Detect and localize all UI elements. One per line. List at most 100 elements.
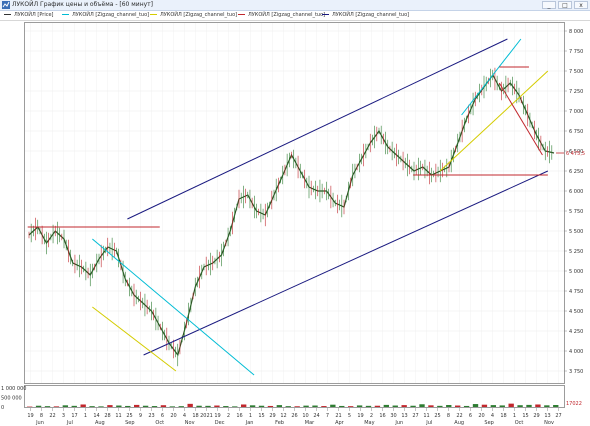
time-tick-label: 18: [192, 413, 198, 419]
volume-bar: [232, 406, 238, 407]
price-tick-label: 5 750: [569, 209, 583, 215]
volume-bar: [285, 406, 291, 407]
volume-bar: [383, 404, 390, 407]
volume-tick-label: 500 000: [1, 396, 22, 402]
volume-bar: [544, 405, 550, 407]
time-tick-label: 2: [227, 413, 230, 419]
month-label: Mar: [305, 420, 315, 426]
time-tick-label: 13: [401, 413, 407, 419]
volume-bar: [517, 405, 523, 407]
volume-bar: [178, 406, 184, 407]
month-label: Jul: [66, 420, 73, 426]
volume-bar: [312, 405, 318, 407]
time-tick-label: 30: [390, 413, 396, 419]
time-tick-label: 24: [313, 413, 319, 419]
time-tick-label: 15: [258, 413, 264, 419]
price-chart[interactable]: 8 0007 7507 5007 2507 0006 7506 5006 250…: [0, 0, 590, 426]
volume-bar: [71, 405, 77, 407]
time-tick-label: 21: [335, 413, 341, 419]
time-tick-label: 8: [40, 413, 43, 419]
time-tick-label: 2: [370, 413, 373, 419]
time-tick-label: 1: [249, 413, 252, 419]
volume-bar: [187, 403, 193, 407]
month-label: Aug: [454, 420, 464, 426]
time-tick-label: 9: [139, 413, 142, 419]
month-label: Jul: [425, 420, 432, 426]
price-tick-label: 6 250: [569, 169, 583, 175]
month-label: Nov: [185, 420, 195, 426]
volume-bar: [241, 404, 247, 407]
volume-bar: [116, 405, 122, 407]
volume-bar: [276, 405, 283, 407]
volume-bar: [98, 406, 104, 407]
time-tick-label: 5: [348, 413, 351, 419]
current-volume-label: 17022: [566, 401, 582, 407]
volume-bar: [80, 404, 86, 407]
time-tick-label: 1: [84, 413, 87, 419]
month-label: Jun: [394, 420, 403, 426]
volume-bar: [330, 404, 336, 407]
volume-bar: [401, 405, 407, 407]
time-tick-label: 13: [544, 413, 550, 419]
price-tick-label: 5 500: [569, 229, 583, 235]
price-tick-label: 3 750: [569, 369, 583, 375]
volume-bar: [53, 406, 60, 407]
time-tick-label: 16: [379, 413, 385, 419]
volume-bar: [374, 405, 381, 407]
time-tick-label: 19: [27, 413, 33, 419]
volume-bar: [125, 405, 131, 407]
volume-bar: [35, 405, 42, 407]
time-tick-label: 25: [126, 413, 132, 419]
time-tick-label: 10: [302, 413, 308, 419]
volume-bar: [169, 406, 176, 407]
price-tick-label: 4 250: [569, 329, 583, 335]
time-tick-label: 11: [423, 413, 429, 419]
volume-bar: [526, 404, 532, 407]
month-label: Nov: [544, 420, 554, 426]
month-label: Jun: [35, 420, 44, 426]
time-tick-label: 16: [236, 413, 242, 419]
time-tick-label: 6: [469, 413, 472, 419]
price-tick-label: 4 000: [569, 349, 583, 355]
volume-bar: [472, 404, 479, 407]
time-tick-label: 8: [447, 413, 450, 419]
month-label: Aug: [95, 420, 105, 426]
month-label: Dec: [215, 420, 225, 426]
time-tick-label: 22: [456, 413, 462, 419]
volume-tick-label: 1 000 000: [1, 386, 26, 392]
time-tick-label: 20: [478, 413, 484, 419]
time-tick-label: 29: [533, 413, 539, 419]
volume-bar: [205, 405, 211, 407]
time-tick-label: 7: [326, 413, 329, 419]
yellow-channel-line: [92, 306, 177, 372]
time-tick-label: 17: [71, 413, 77, 419]
month-label: May: [364, 420, 374, 426]
volume-bar: [463, 405, 470, 407]
volume-bar: [134, 404, 140, 407]
volume-bar: [294, 406, 300, 407]
volume-bar: [107, 405, 113, 407]
volume-bar: [321, 406, 327, 407]
month-label: Sep: [125, 420, 134, 426]
time-tick-label: 4: [491, 413, 494, 419]
time-tick-label: 18: [500, 413, 506, 419]
volume-bar: [446, 405, 452, 407]
volume-bar: [160, 405, 167, 407]
volume-bar: [437, 405, 443, 407]
month-label: Feb: [275, 420, 284, 426]
price-tick-label: 7 250: [569, 89, 583, 95]
volume-bar: [508, 403, 514, 407]
time-tick-label: 3: [62, 413, 65, 419]
volume-bar: [214, 405, 220, 407]
volume-bar: [553, 405, 559, 407]
price-tick-label: 4 500: [569, 309, 583, 315]
volume-bar: [499, 405, 505, 407]
volume-bar: [428, 405, 434, 407]
price-tick-label: 6 000: [569, 189, 583, 195]
volume-bar: [62, 405, 69, 407]
month-label: Apr: [335, 420, 345, 426]
time-tick-label: 23: [148, 413, 154, 419]
time-tick-label: 1: [513, 413, 516, 419]
time-tick-label: 27: [412, 413, 418, 419]
month-label: Oct: [155, 420, 164, 426]
